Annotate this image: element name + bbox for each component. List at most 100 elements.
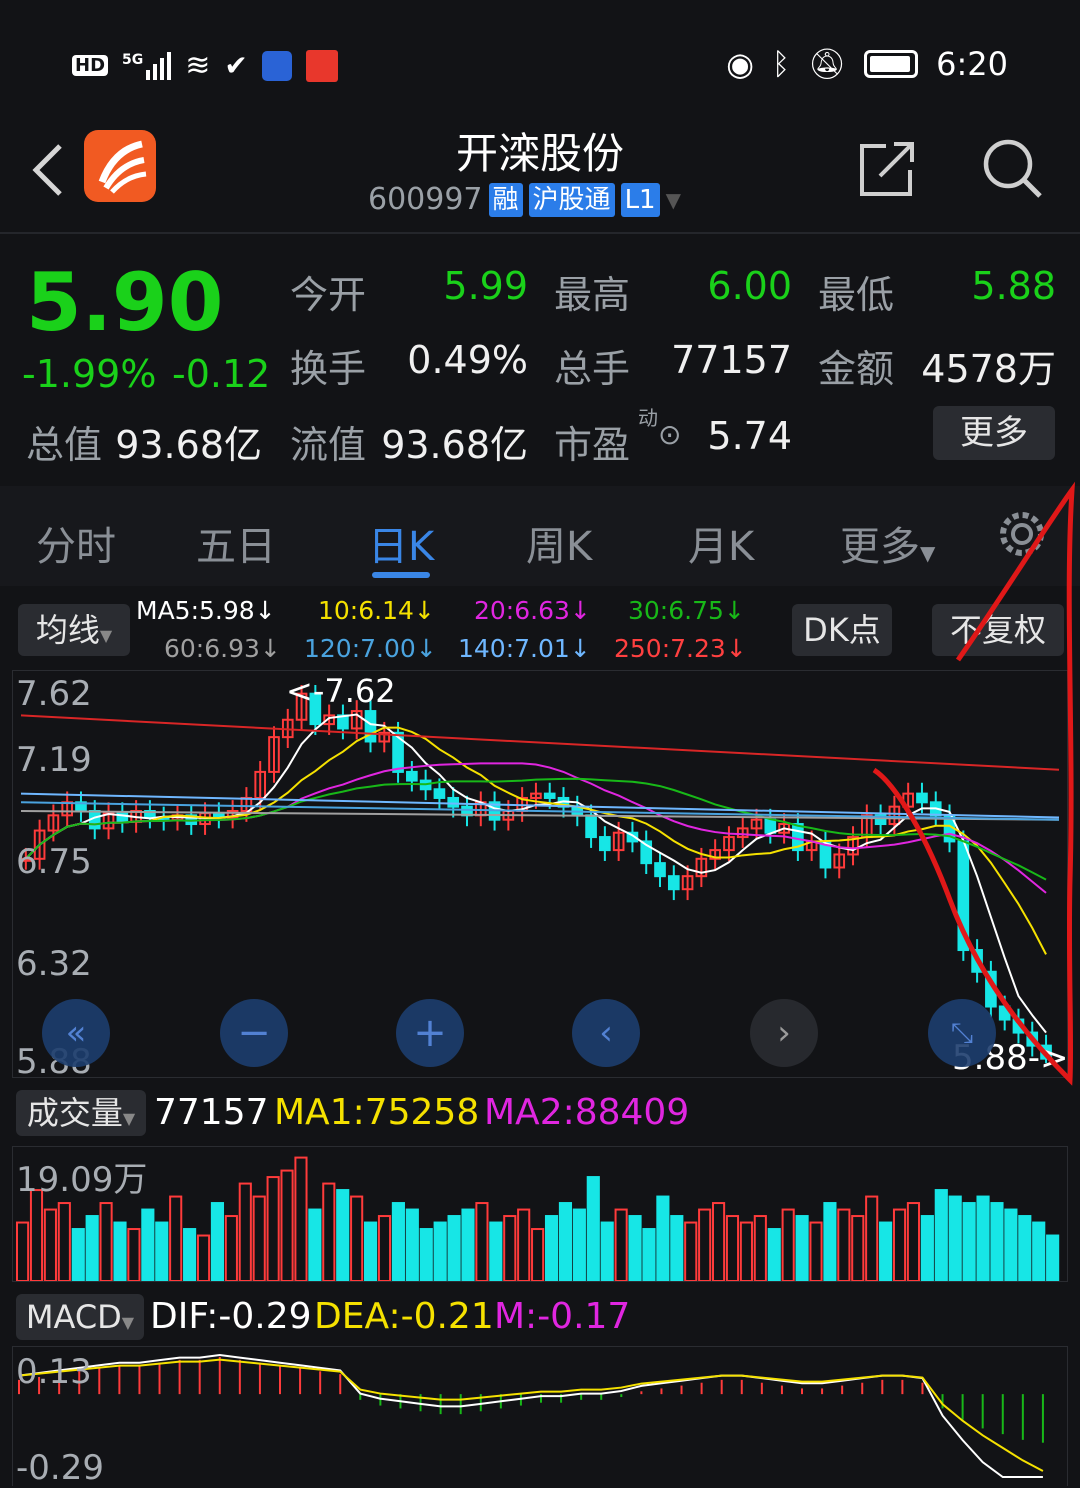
status-bar: HD 5G ≋ ✔ ◉ ᛒ 🔕︎ 6:20 [0,0,1080,120]
zoom-out-icon[interactable]: − [220,999,288,1067]
volume-bar [795,1215,809,1281]
wifi-icon: ≋ [185,48,211,83]
candle [543,792,556,799]
volume-bar [1032,1221,1046,1281]
mute-bell-icon: 🔕︎ [808,46,847,82]
zoom-in-icon[interactable]: + [396,999,464,1067]
dea-line [18,1358,1044,1472]
tab-monthly-k[interactable]: 月K [688,514,754,572]
volume-value: 77157 [154,1092,269,1133]
candle [585,814,597,839]
pe-dynamic-mark: 动 [638,406,658,430]
caret-down-icon: ▼ [99,626,113,645]
info-icon[interactable]: ⊙ [658,418,681,451]
macd-chart [18,1353,1044,1478]
volume-value: 77157 [671,338,792,382]
stock-code-row[interactable]: 600997 融 沪股通 L1 ▼ [368,182,681,217]
mktcap-label: 总值 [26,423,103,467]
candle [433,788,446,799]
volume-bar [976,1195,990,1281]
volume-bar [238,1182,252,1281]
volume-bar [753,1215,767,1281]
price-tick-2: 7.19 [16,740,92,780]
volume-bar [99,1202,113,1281]
volume-bar [558,1202,573,1281]
ma-selector[interactable]: 均线▼ [18,604,130,656]
volume-bar [906,1202,921,1281]
candle [599,836,611,852]
volume-bar [1004,1208,1018,1281]
volume-bar [489,1221,503,1281]
battery-icon [864,50,919,78]
volume-bar [57,1202,71,1281]
rewind-icon[interactable]: « [42,999,110,1067]
level-tag: L1 [620,182,660,217]
volume-bar [1018,1215,1032,1281]
stock-name: 开滦股份 [455,129,624,178]
mktcap-value: 93.68亿 [115,423,262,467]
volume-selector[interactable]: 成交量▼ [16,1090,146,1136]
volume-bar [364,1221,378,1281]
volume-bar [322,1182,336,1281]
macd-panel[interactable] [12,1346,1068,1486]
volume-bar [224,1215,238,1281]
turnover-value: 0.49% [407,338,528,382]
high-value: 6.00 [707,264,792,308]
volume-bar [600,1221,614,1281]
volume-bar [572,1208,586,1281]
volume-panel[interactable] [12,1146,1068,1282]
volume-bar [113,1221,127,1281]
volume-bar [781,1208,795,1281]
candle [364,710,377,743]
macd-dif: DIF:-0.29 [150,1296,312,1337]
active-tab-indicator [372,572,430,578]
status-left: HD 5G ≋ ✔ [72,48,338,83]
search-icon[interactable] [980,136,1044,200]
change-amount: -0.12 [172,352,271,396]
volume-bar [280,1169,294,1281]
status-right: ◉ ᛒ 🔕︎ 6:20 [726,45,1008,83]
link-icon: ✔ [224,49,248,82]
volume-bar [461,1208,475,1281]
volume-bar [517,1208,531,1281]
volume-bar [1046,1234,1060,1281]
volume-bar [252,1195,266,1281]
more-quote-button[interactable]: 更多 [933,406,1055,460]
change-percent: -1.99% [22,352,157,396]
macd-bottom-label: -0.29 [16,1448,104,1488]
volume-bar [642,1228,656,1281]
high-marker: <-7.62 [286,672,396,710]
ma20-value: 20:6.63↓ [474,596,591,625]
volume-bar [725,1215,740,1281]
volume-bar [934,1189,948,1281]
volume-bar [141,1208,155,1281]
candle [654,862,666,878]
tab-intraday[interactable]: 分时 [36,514,116,572]
volume-bar [29,1189,44,1281]
price-tick-top: 7.62 [16,674,92,714]
pe-label: 市盈 [554,423,631,467]
volume-bar [544,1215,559,1281]
volume-bar [892,1208,907,1281]
volume-bar [85,1215,99,1281]
tab-daily-k[interactable]: 日K [368,514,434,572]
volume-bar [266,1176,280,1281]
bluetooth-icon: ᛒ [772,46,791,82]
next-icon[interactable]: › [750,999,818,1067]
volume-bar [837,1208,851,1281]
volume-bar [475,1202,489,1281]
macd-selector[interactable]: MACD▼ [16,1294,144,1340]
prev-icon[interactable]: ‹ [572,999,640,1067]
volume-bar [16,1221,30,1281]
candle [667,875,680,891]
volume-bar [628,1215,642,1281]
macd-legend: MACD▼ DIF:-0.29 DEA:-0.21 M:-0.17 [0,1294,1080,1344]
volume-bar [698,1208,712,1281]
quote-panel: 5.90 -1.99% -0.12 今开 5.99 最高 6.00 最低 5.8… [0,234,1080,484]
tab-weekly-k[interactable]: 周K [526,514,592,572]
volume-bar [419,1228,433,1281]
volume-bar [71,1228,85,1281]
tab-five-day[interactable]: 五日 [196,514,276,572]
share-icon[interactable] [858,140,916,198]
volume-bar [962,1202,976,1281]
